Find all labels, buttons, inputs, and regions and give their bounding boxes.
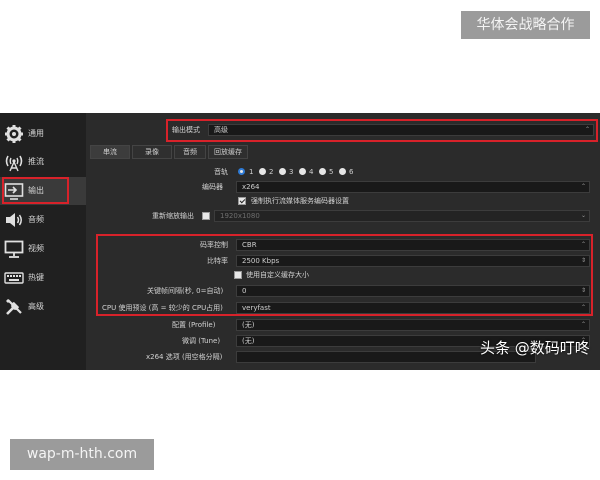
- output-settings-panel: 输出模式 高级 ⌃ 串流 录像 音频 回放缓存 音轨 1 2 3 4 5 6 编…: [86, 113, 600, 370]
- sidebar-item-label: 高级: [28, 302, 44, 311]
- x264-options-label: x264 选项 (用空格分隔): [146, 353, 223, 361]
- audio-track-number: 5: [329, 168, 334, 176]
- keyframe-interval-value: 0: [242, 287, 247, 295]
- sidebar-item-label: 热键: [28, 273, 44, 282]
- encoder-value: x264: [242, 183, 260, 191]
- tab-recording[interactable]: 录像: [132, 145, 172, 159]
- tab-audio[interactable]: 音频: [174, 145, 206, 159]
- audio-track-number: 4: [309, 168, 314, 176]
- speaker-icon: [6, 213, 22, 227]
- cpu-preset-label: CPU 使用预设 (高 = 较少的 CPU占用): [102, 304, 223, 312]
- sidebar-item-advanced[interactable]: 高级: [0, 293, 86, 321]
- keyboard-icon: [4, 272, 24, 284]
- sidebar-item-stream[interactable]: 推流: [0, 148, 86, 176]
- keyframe-interval-label: 关键帧间隔(秒, 0=自动): [147, 287, 224, 295]
- rescale-output-checkbox[interactable]: [202, 212, 210, 220]
- audio-track-radio-2[interactable]: [259, 168, 266, 175]
- sidebar-item-audio[interactable]: 音频: [0, 206, 86, 234]
- rescale-resolution-value: 1920x1080: [220, 212, 260, 220]
- custom-buffer-checkbox[interactable]: [234, 271, 242, 279]
- audio-track-radio-1[interactable]: [238, 168, 245, 175]
- profile-value: (无): [242, 321, 255, 329]
- monitor-icon: [4, 240, 24, 258]
- cpu-preset-value: veryfast: [242, 304, 271, 312]
- rate-control-label: 码率控制: [200, 241, 228, 249]
- encoder-label: 编码器: [202, 183, 223, 191]
- source-watermark: 头条 @数码叮咚: [480, 339, 590, 357]
- output-mode-select[interactable]: 高级 ⌃: [208, 124, 594, 136]
- sidebar-item-hotkeys[interactable]: 热键: [0, 264, 86, 292]
- audio-track-number: 3: [289, 168, 294, 176]
- tune-value: (无): [242, 337, 255, 345]
- tools-icon: [6, 299, 22, 315]
- rescale-resolution-select[interactable]: 1920x1080 ⌄: [214, 210, 590, 222]
- rescale-output-label: 重新缩放输出: [152, 212, 194, 220]
- tab-replay-buffer[interactable]: 回放缓存: [208, 145, 248, 159]
- audio-track-radio-6[interactable]: [339, 168, 346, 175]
- site-badge: wap-m-hth.com: [10, 439, 154, 470]
- chevron-down-icon: ⌃: [580, 321, 586, 328]
- output-mode-label: 输出模式: [172, 126, 200, 134]
- tab-streaming[interactable]: 串流: [90, 145, 130, 159]
- audio-track-number: 2: [269, 168, 274, 176]
- cpu-preset-select[interactable]: veryfast ⌃: [236, 302, 590, 314]
- profile-select[interactable]: (无) ⌃: [236, 319, 590, 331]
- sidebar-item-video[interactable]: 视频: [0, 235, 86, 263]
- bitrate-label: 比特率: [207, 257, 228, 265]
- keyframe-interval-spinbox[interactable]: 0 ⇕: [236, 285, 590, 297]
- tune-label: 微调 (Tune): [182, 337, 221, 345]
- custom-buffer-label: 使用自定义缓存大小: [246, 271, 309, 279]
- chevron-down-icon: ⌃: [580, 183, 586, 190]
- active-highlight-frame: [2, 177, 69, 204]
- sidebar-item-label: 推流: [28, 157, 44, 166]
- profile-label: 配置 (Profile): [172, 321, 216, 329]
- spinner-arrows-icon[interactable]: ⇕: [581, 256, 586, 266]
- sidebar-item-label: 音频: [28, 215, 44, 224]
- sidebar-item-label: 通用: [28, 129, 44, 138]
- settings-sidebar: 通用 推流 输出 音频 视频 热键 高级: [0, 113, 86, 370]
- sidebar-item-general[interactable]: 通用: [0, 120, 86, 148]
- audio-track-radio-3[interactable]: [279, 168, 286, 175]
- chevron-down-icon: ⌃: [580, 241, 586, 248]
- enforce-encoder-label: 强制执行流媒体服务编码器设置: [251, 197, 349, 205]
- audio-track-number: 6: [349, 168, 354, 176]
- audio-track-radio-5[interactable]: [319, 168, 326, 175]
- bitrate-spinbox[interactable]: 2500 Kbps ⇕: [236, 255, 590, 267]
- spinner-arrows-icon[interactable]: ⇕: [581, 286, 586, 296]
- bitrate-value: 2500 Kbps: [242, 257, 280, 265]
- chevron-down-icon: ⌃: [584, 126, 590, 133]
- enforce-encoder-checkbox[interactable]: [238, 197, 246, 205]
- audio-track-number: 1: [249, 168, 254, 176]
- output-mode-value: 高级: [214, 126, 228, 134]
- partner-badge: 华体会战略合作: [461, 11, 590, 39]
- obs-settings-screenshot: 通用 推流 输出 音频 视频 热键 高级 输出模式 高级 ⌃ 串流 录像 音频 …: [0, 113, 600, 370]
- chevron-down-icon: ⌄: [580, 212, 586, 219]
- sidebar-item-label: 视频: [28, 244, 44, 253]
- chevron-down-icon: ⌃: [580, 304, 586, 311]
- audio-track-radio-4[interactable]: [299, 168, 306, 175]
- gear-icon: [5, 125, 23, 143]
- page: 华体会战略合作 通用 推流 输出 音频 视频 热键 高级 输出模式 高级 ⌃ 串…: [0, 0, 600, 480]
- audio-track-label: 音轨: [214, 168, 228, 176]
- rate-control-select[interactable]: CBR ⌃: [236, 239, 590, 251]
- broadcast-icon: [5, 155, 23, 172]
- rate-control-value: CBR: [242, 241, 257, 249]
- encoder-select[interactable]: x264 ⌃: [236, 181, 590, 193]
